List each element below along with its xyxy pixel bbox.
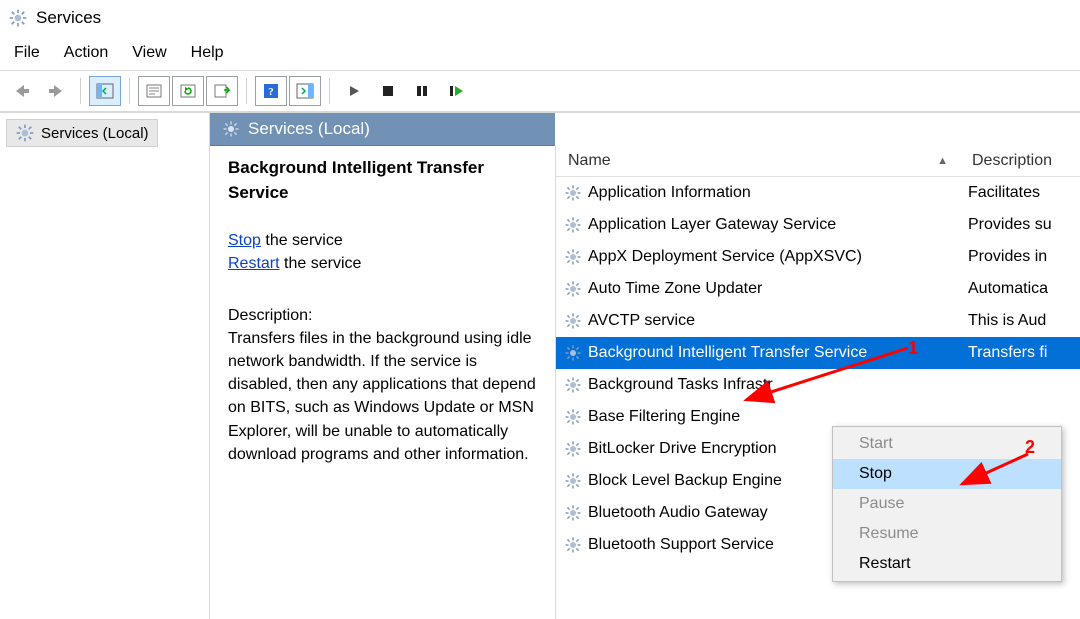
- service-description: Automatica: [960, 280, 1080, 298]
- service-name: AVCTP service: [588, 312, 695, 330]
- gear-icon: [564, 344, 582, 362]
- menu-help[interactable]: Help: [191, 44, 224, 62]
- titlebar: Services: [0, 0, 1080, 36]
- column-description-label: Description: [972, 152, 1052, 170]
- service-name: Application Information: [588, 184, 751, 202]
- service-name: BitLocker Drive Encryption: [588, 440, 777, 458]
- show-hide-action-pane-button[interactable]: [289, 76, 321, 106]
- export-list-button[interactable]: [206, 76, 238, 106]
- menu-action[interactable]: Action: [64, 44, 108, 62]
- description-text: Transfers files in the background using …: [228, 327, 537, 466]
- back-button[interactable]: [6, 76, 38, 106]
- toolbar-separator: [80, 78, 81, 104]
- context-menu: Start Stop Pause Resume Restart: [832, 426, 1062, 582]
- sort-ascending-icon: ▲: [937, 155, 948, 167]
- gear-icon: [222, 120, 240, 138]
- help-button[interactable]: ?: [255, 76, 287, 106]
- restart-service-link[interactable]: Restart: [228, 255, 280, 272]
- service-row[interactable]: Auto Time Zone Updater Automatica: [556, 273, 1080, 305]
- column-name[interactable]: Name ▲: [556, 146, 960, 176]
- tree-pane: Services (Local): [0, 113, 210, 619]
- service-description: This is Aud: [960, 312, 1080, 330]
- context-stop[interactable]: Stop: [833, 459, 1061, 489]
- toolbar-separator: [246, 78, 247, 104]
- toolbar-separator: [129, 78, 130, 104]
- gear-icon: [564, 312, 582, 330]
- service-name: AppX Deployment Service (AppXSVC): [588, 248, 862, 266]
- content-header: Services (Local): [210, 113, 555, 146]
- window-title: Services: [36, 8, 101, 28]
- gear-icon: [564, 216, 582, 234]
- context-restart[interactable]: Restart: [833, 549, 1061, 579]
- service-name: Auto Time Zone Updater: [588, 280, 762, 298]
- restart-service-button[interactable]: [440, 76, 472, 106]
- restart-service-line: Restart the service: [228, 252, 537, 275]
- selected-service-title: Background Intelligent Transfer Service: [228, 156, 537, 205]
- gear-icon: [564, 536, 582, 554]
- gear-icon: [564, 408, 582, 426]
- gear-icon: [564, 472, 582, 490]
- toolbar: ?: [0, 70, 1080, 112]
- column-description[interactable]: Description: [960, 146, 1080, 176]
- context-start[interactable]: Start: [833, 429, 1061, 459]
- description-label: Description:: [228, 304, 537, 327]
- gear-icon: [564, 504, 582, 522]
- gear-icon: [564, 248, 582, 266]
- service-description: Provides in: [960, 248, 1080, 266]
- context-pause[interactable]: Pause: [833, 489, 1061, 519]
- content-header-label: Services (Local): [248, 119, 370, 139]
- gear-icon: [15, 123, 35, 143]
- text: the service: [261, 232, 343, 249]
- service-row[interactable]: AppX Deployment Service (AppXSVC) Provide…: [556, 241, 1080, 273]
- start-service-button[interactable]: [338, 76, 370, 106]
- app-icon: [8, 8, 28, 28]
- list-header: Name ▲ Description: [556, 146, 1080, 177]
- service-row[interactable]: Background Intelligent Transfer Service T…: [556, 337, 1080, 369]
- service-name: Bluetooth Audio Gateway: [588, 504, 768, 522]
- properties-button[interactable]: [138, 76, 170, 106]
- service-name: Base Filtering Engine: [588, 408, 740, 426]
- service-row[interactable]: Application Information Facilitates: [556, 177, 1080, 209]
- context-resume[interactable]: Resume: [833, 519, 1061, 549]
- service-name: Background Intelligent Transfer Service: [588, 344, 867, 362]
- service-description: Facilitates: [960, 184, 1080, 202]
- gear-icon: [564, 280, 582, 298]
- column-name-label: Name: [568, 152, 611, 170]
- menubar: File Action View Help: [0, 36, 1080, 70]
- service-row[interactable]: Application Layer Gateway Service Provide…: [556, 209, 1080, 241]
- service-name: Background Tasks Infrastr: [588, 376, 773, 394]
- service-description: Transfers fi: [960, 344, 1080, 362]
- tree-node-label: Services (Local): [41, 125, 149, 142]
- service-row[interactable]: AVCTP service This is Aud: [556, 305, 1080, 337]
- stop-service-line: Stop the service: [228, 229, 537, 252]
- gear-icon: [564, 184, 582, 202]
- details-panel: Background Intelligent Transfer Service …: [210, 146, 555, 619]
- service-name: Application Layer Gateway Service: [588, 216, 836, 234]
- tree-node-services-local[interactable]: Services (Local): [6, 119, 158, 147]
- stop-service-link[interactable]: Stop: [228, 232, 261, 249]
- forward-button[interactable]: [40, 76, 72, 106]
- service-description: Provides su: [960, 216, 1080, 234]
- gear-icon: [564, 440, 582, 458]
- gear-icon: [564, 376, 582, 394]
- svg-text:?: ?: [268, 86, 274, 98]
- stop-service-button[interactable]: [372, 76, 404, 106]
- service-name: Bluetooth Support Service: [588, 536, 774, 554]
- refresh-button[interactable]: [172, 76, 204, 106]
- menu-view[interactable]: View: [132, 44, 166, 62]
- show-hide-console-tree-button[interactable]: [89, 76, 121, 106]
- text: the service: [280, 255, 362, 272]
- service-name: Block Level Backup Engine: [588, 472, 782, 490]
- menu-file[interactable]: File: [14, 44, 40, 62]
- service-row[interactable]: Background Tasks Infrastr: [556, 369, 1080, 401]
- toolbar-separator: [329, 78, 330, 104]
- pause-service-button[interactable]: [406, 76, 438, 106]
